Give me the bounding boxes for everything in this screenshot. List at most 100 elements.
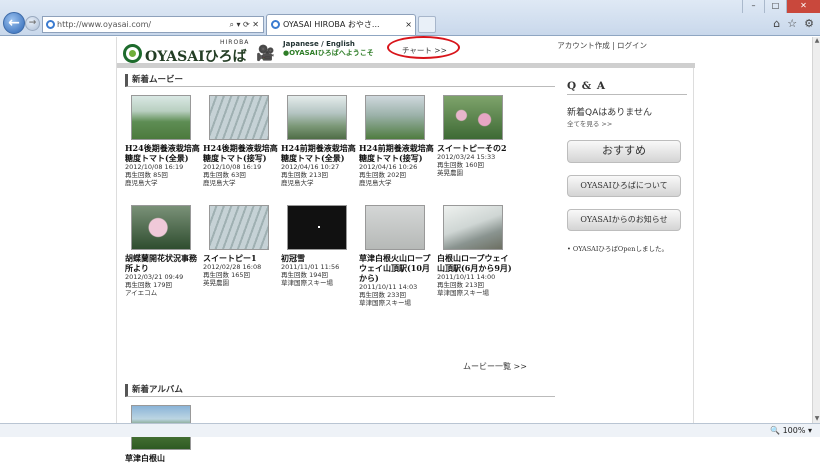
- albums-section-title: 新着アルバム: [125, 384, 555, 397]
- movie-item[interactable]: 白根山ロープウェイ山頂駅(6月から9月) 2011/10/11 14:00 再生回数…: [437, 205, 515, 315]
- movie-title[interactable]: H24前期養液栽培高糖度トマト(接写): [359, 143, 435, 163]
- movie-title[interactable]: スイートピーその2: [437, 143, 513, 153]
- movie-date: 2011/10/11 14:03: [359, 283, 418, 291]
- scroll-down-icon[interactable]: ▼: [813, 415, 820, 423]
- more-movies-link[interactable]: ムービー一覧 >>: [463, 361, 527, 372]
- movie-owner: 鹿児島大学: [281, 179, 314, 187]
- movie-item[interactable]: スイートピーその2 2012/03/24 15:33 再生回数 160回 英晃農園: [437, 95, 515, 205]
- movie-plays: 再生回数 63回: [203, 171, 246, 179]
- movies-section-title: 新着ムービー: [125, 74, 555, 87]
- movie-date: 2012/10/08 16:19: [203, 163, 262, 171]
- qa-title: Q & A: [567, 80, 687, 95]
- maximize-button[interactable]: □: [764, 0, 786, 13]
- movie-owner: 草津国際スキー場: [359, 299, 411, 307]
- movie-owner: 草津国際スキー場: [437, 289, 489, 297]
- movie-thumbnail[interactable]: [365, 95, 425, 140]
- movie-item[interactable]: 草津白根火山ロープウェイ山頂駅(10月から) 2011/10/11 14:03 再生…: [359, 205, 437, 315]
- forward-button[interactable]: →: [25, 16, 40, 31]
- favorites-icon[interactable]: ☆: [787, 17, 797, 30]
- movie-plays: 再生回数 179回: [125, 281, 172, 289]
- movie-title[interactable]: スイートピー1: [203, 253, 279, 263]
- recommend-button[interactable]: おすすめ: [567, 140, 681, 163]
- movie-title[interactable]: H24前期養液栽培高糖度トマト(全景): [281, 143, 357, 163]
- home-icon[interactable]: ⌂: [773, 17, 780, 30]
- movie-item[interactable]: 初冠雪 2011/11/01 11:56 再生回数 194回 草津国際スキー場: [281, 205, 359, 315]
- news-button[interactable]: OYASAIからのお知らせ: [567, 209, 681, 231]
- browser-tab[interactable]: OYASAI HIROBA おやさ... ×: [266, 14, 416, 35]
- movie-plays: 再生回数 213回: [437, 281, 484, 289]
- movie-item[interactable]: スイートピー1 2012/02/28 16:08 再生回数 165回 英晃農園: [203, 205, 281, 315]
- vertical-scrollbar[interactable]: ▲ ▼: [812, 37, 820, 423]
- address-bar[interactable]: http://www.oyasai.com/ ⌕ ▾ ⟳ ✕: [42, 16, 264, 33]
- browser-chrome: ← → http://www.oyasai.com/ ⌕ ▾ ⟳ ✕ OYASA…: [0, 0, 820, 36]
- main-content: 新着ムービー H24後期養液栽培高糖度トマト(全景) 2012/10/08 16:…: [125, 74, 555, 463]
- movie-thumbnail[interactable]: [131, 205, 191, 250]
- album-title[interactable]: 草津白根山: [125, 453, 201, 463]
- movie-owner: 英晃農園: [203, 279, 229, 287]
- movie-title[interactable]: H24後期養液栽培高糖度トマト(接写): [203, 143, 279, 163]
- qa-all-link[interactable]: 全てを見る >>: [567, 118, 687, 128]
- scroll-up-icon[interactable]: ▲: [813, 37, 820, 45]
- sidebar: Q & A 新着QAはありません 全てを見る >> おすすめ OYASAIひろば…: [567, 80, 687, 253]
- tab-ie-icon: [271, 20, 280, 29]
- browser-toolbar: ⌂ ☆ ⚙: [773, 17, 814, 30]
- news-item[interactable]: • OYASAIひろばOpenしました。: [567, 243, 687, 253]
- movie-thumbnail[interactable]: [209, 95, 269, 140]
- movie-title[interactable]: 初冠雪: [281, 253, 357, 263]
- movie-date: 2012/04/16 10:26: [359, 163, 418, 171]
- movie-item[interactable]: H24後期養液栽培高糖度トマト(全景) 2012/10/08 16:19 再生回数 …: [125, 95, 203, 205]
- movie-date: 2012/04/16 10:27: [281, 163, 340, 171]
- movie-plays: 再生回数 213回: [281, 171, 328, 179]
- movie-thumbnail[interactable]: [209, 205, 269, 250]
- movie-item[interactable]: H24前期養液栽培高糖度トマト(接写) 2012/04/16 10:26 再生回数 …: [359, 95, 437, 205]
- new-tab-button[interactable]: [418, 16, 436, 33]
- movie-item[interactable]: 胡蝶蘭開花状況事務所より 2012/03/21 09:49 再生回数 179回 アイエ…: [125, 205, 203, 315]
- movie-title[interactable]: 白根山ロープウェイ山頂駅(6月から9月): [437, 253, 513, 273]
- movie-item[interactable]: H24後期養液栽培高糖度トマト(接写) 2012/10/08 16:19 再生回数 …: [203, 95, 281, 205]
- movie-plays: 再生回数 85回: [125, 171, 168, 179]
- welcome-text: ●OYASAIひろばへようこそ: [283, 49, 374, 57]
- movie-title[interactable]: 胡蝶蘭開花状況事務所より: [125, 253, 201, 273]
- movie-thumbnail[interactable]: [365, 205, 425, 250]
- close-window-button[interactable]: ✕: [786, 0, 820, 13]
- back-button[interactable]: ←: [3, 12, 25, 34]
- minimize-button[interactable]: –: [742, 0, 764, 13]
- gear-icon[interactable]: ⚙: [804, 17, 814, 30]
- qa-empty-text: 新着QAはありません: [567, 108, 652, 118]
- movie-plays: 再生回数 160回: [437, 161, 484, 169]
- account-links[interactable]: アカウント作成 | ログイン: [557, 40, 647, 51]
- site-logo[interactable]: OYASAIひろば HIROBA 🎥: [123, 39, 275, 65]
- movie-plays: 再生回数 233回: [359, 291, 406, 299]
- zoom-level[interactable]: 🔍 100% ▾: [770, 424, 812, 437]
- movie-title[interactable]: 草津白根火山ロープウェイ山頂駅(10月から): [359, 253, 435, 283]
- camera-icon: 🎥: [256, 44, 275, 62]
- movie-item[interactable]: H24前期養液栽培高糖度トマト(全景) 2012/04/16 10:27 再生回数 …: [281, 95, 359, 205]
- movie-date: 2011/11/01 11:56: [281, 263, 340, 271]
- movie-date: 2011/10/11 14:00: [437, 273, 496, 281]
- about-button[interactable]: OYASAIひろばについて: [567, 175, 681, 197]
- movie-date: 2012/10/08 16:19: [125, 163, 184, 171]
- url-text: http://www.oyasai.com/: [57, 20, 152, 29]
- tab-close-icon[interactable]: ×: [405, 15, 412, 34]
- movie-date: 2012/02/28 16:08: [203, 263, 262, 271]
- movie-thumbnail[interactable]: [287, 205, 347, 250]
- movie-thumbnail[interactable]: [131, 95, 191, 140]
- window-controls: – □ ✕: [742, 0, 820, 13]
- logo-mark-icon: [123, 44, 142, 63]
- movie-thumbnail[interactable]: [287, 95, 347, 140]
- nav-bar: [117, 63, 695, 68]
- movie-owner: 鹿児島大学: [125, 179, 158, 187]
- chart-link[interactable]: チャート >>: [402, 45, 447, 56]
- movie-owner: 鹿児島大学: [203, 179, 236, 187]
- movie-title[interactable]: H24後期養液栽培高糖度トマト(全景): [125, 143, 201, 163]
- movie-plays: 再生回数 202回: [359, 171, 406, 179]
- web-page: OYASAIひろば HIROBA 🎥 Japanese / English ●O…: [0, 36, 812, 463]
- movie-owner: アイエコム: [125, 289, 158, 297]
- movie-thumbnail[interactable]: [443, 205, 503, 250]
- movie-owner: 英晃農園: [437, 169, 463, 177]
- movie-plays: 再生回数 165回: [203, 271, 250, 279]
- language-links[interactable]: Japanese / English: [283, 40, 374, 49]
- movie-thumbnail[interactable]: [443, 95, 503, 140]
- address-tools-icon[interactable]: ⌕ ▾ ⟳ ✕: [229, 17, 259, 32]
- ie-icon: [46, 20, 55, 29]
